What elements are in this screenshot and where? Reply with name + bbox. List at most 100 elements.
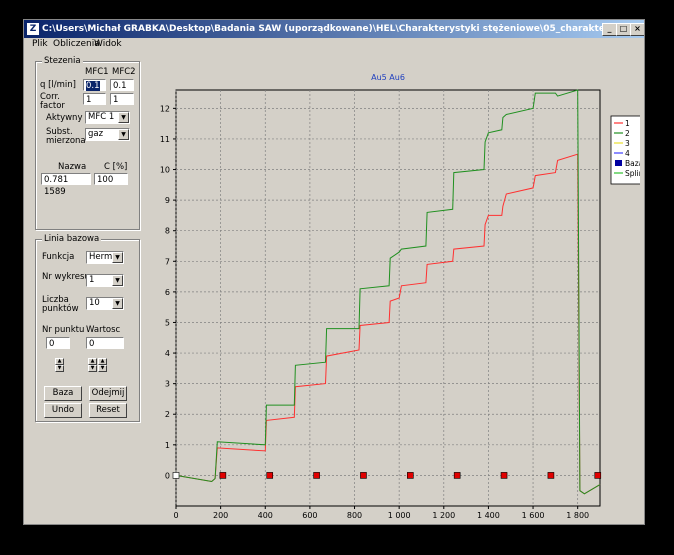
funkcja-select[interactable]: Hermita ▼	[86, 251, 124, 264]
chevron-down-icon[interactable]: ▼	[112, 298, 123, 309]
y-tick-label: 11	[160, 135, 170, 144]
x-tick-label: 800	[347, 511, 362, 520]
corr-mfc1-input[interactable]: 1	[83, 93, 106, 105]
reset-button[interactable]: Reset	[89, 403, 127, 418]
wartosc-label: Wartosc	[86, 325, 121, 335]
app-icon: Z	[27, 23, 39, 35]
legend-entry: Baza	[625, 159, 640, 168]
legend-entry: 4	[625, 149, 630, 158]
baza-point	[453, 472, 461, 479]
c-label: C [%]	[104, 162, 128, 172]
y-tick-label: 2	[165, 410, 170, 419]
x-tick-label: 1 000	[388, 511, 411, 520]
chevron-down-icon[interactable]: ▼	[118, 129, 129, 140]
linia-bazowa-group: Linia bazowa Funkcja Hermita ▼ Nr wykresu…	[35, 234, 140, 422]
nr-wykresu-select[interactable]: 1 ▼	[86, 274, 124, 287]
subst-value: gaz	[88, 129, 104, 139]
legend-entry: 1	[625, 119, 630, 128]
aktywny-select[interactable]: MFC 1 ▼	[85, 111, 130, 124]
mfc2-header: MFC2	[112, 67, 136, 77]
q-label: q [l/min]	[40, 80, 76, 90]
undo-button[interactable]: Undo	[44, 403, 82, 418]
title-bar[interactable]: Z C:\Users\Michał GRABKA\Desktop\Badania…	[24, 20, 644, 38]
linia-bazowa-group-label: Linia bazowa	[42, 234, 102, 244]
stezenia-group: Stezenia MFC1 MFC2 q [l/min] 0.1 0.1 Cor…	[35, 56, 140, 230]
chart-pane: Au5 Au6 0 200 400 600 800 1 000 1 200 1 400 1 600…	[143, 56, 649, 521]
x-tick-label: 1 600	[522, 511, 545, 520]
wartosc-input[interactable]: 0	[86, 337, 124, 349]
c-input[interactable]: 100	[94, 173, 128, 185]
baza-button[interactable]: Baza	[44, 386, 82, 401]
y-tick-label: 4	[165, 349, 170, 358]
liczba-punktow-select[interactable]: 10 ▼	[86, 297, 124, 310]
liczba-punktow-label: Liczba punktów	[42, 295, 79, 314]
chevron-down-icon[interactable]: ▼	[118, 112, 129, 123]
y-tick-label: 3	[165, 380, 170, 389]
close-button[interactable]: ×	[630, 23, 644, 36]
legend-marker	[615, 160, 622, 166]
nazwa-input[interactable]: 0.781 1589	[41, 173, 91, 197]
x-tick-label: 600	[302, 511, 317, 520]
wartosc-up-fine-arrow-icon[interactable]: ▲	[98, 358, 107, 365]
baza-point	[360, 472, 367, 479]
y-tick-label: 8	[165, 227, 170, 236]
baza-point	[407, 472, 414, 479]
liczba-punktow-value: 10	[89, 298, 100, 308]
legend-entry: 3	[625, 139, 630, 148]
aktywny-value: MFC 1	[88, 112, 115, 122]
nr-wykresu-label: Nr wykresu	[42, 272, 90, 282]
maximize-button[interactable]: □	[616, 23, 631, 36]
odejmij-button[interactable]: Odejmij	[89, 386, 127, 401]
baza-point	[547, 472, 555, 479]
menu-plik[interactable]: Plik	[32, 39, 48, 49]
x-tick-label: 1 400	[477, 511, 500, 520]
app-window: Z C:\Users\Michał GRABKA\Desktop\Badania…	[23, 19, 649, 525]
aktywny-label: Aktywny	[46, 113, 83, 123]
chevron-down-icon[interactable]: ▼	[112, 252, 123, 263]
minimize-button[interactable]: _	[602, 23, 617, 36]
baza-point	[594, 472, 602, 479]
menu-bar: Plik Obliczenia Widok	[24, 38, 644, 52]
mfc1-header: MFC1	[85, 67, 109, 77]
baza-point	[313, 472, 320, 479]
y-tick-label: 0	[165, 471, 170, 480]
funkcja-label: Funkcja	[42, 252, 75, 262]
nr-punktu-input[interactable]: 0	[46, 337, 70, 349]
window-title: C:\Users\Michał GRABKA\Desktop\Badania S…	[42, 24, 602, 34]
legend-entry: 2	[625, 129, 630, 138]
baza-point	[219, 472, 227, 479]
chart-title: Au5 Au6	[371, 73, 405, 82]
y-tick-label: 5	[165, 318, 170, 327]
menu-obliczenia[interactable]: Obliczenia	[53, 39, 100, 49]
x-tick-label: 1 800	[566, 511, 589, 520]
chevron-down-icon[interactable]: ▼	[112, 275, 123, 286]
nazwa-label: Nazwa	[58, 162, 87, 172]
baza-point	[266, 472, 274, 479]
y-tick-label: 7	[165, 257, 170, 266]
baza-point	[500, 472, 508, 479]
subst-select[interactable]: gaz ▼	[85, 128, 130, 141]
nr-wykresu-value: 1	[89, 275, 95, 285]
wartosc-down-arrow-icon[interactable]: ▼	[88, 365, 97, 372]
wartosc-down-fine-arrow-icon[interactable]: ▼	[98, 365, 107, 372]
nr-punktu-up-arrow-icon[interactable]: ▲	[55, 358, 64, 365]
y-tick-label: 9	[165, 196, 170, 205]
wartosc-up-arrow-icon[interactable]: ▲	[88, 358, 97, 365]
corr-mfc2-input[interactable]: 1	[110, 93, 134, 105]
chart-svg[interactable]: Au5 Au6 0 200 400 600 800 1 000 1 200 1 400 1 600…	[143, 56, 649, 521]
nr-punktu-down-arrow-icon[interactable]: ▼	[55, 365, 64, 372]
x-tick-label: 0	[173, 511, 178, 520]
q-mfc1-value: 0.1	[86, 81, 100, 91]
x-tick-label: 200	[213, 511, 228, 520]
menu-widok[interactable]: Widok	[94, 39, 122, 49]
y-tick-label: 6	[165, 288, 170, 297]
baza-point	[172, 472, 180, 479]
y-tick-label: 12	[160, 104, 170, 113]
stezenia-group-label: Stezenia	[42, 56, 83, 66]
legend-entry: Spline	[625, 169, 640, 178]
q-mfc1-input[interactable]: 0.1	[83, 79, 106, 91]
x-tick-label: 400	[258, 511, 273, 520]
x-tick-label: 1 200	[432, 511, 455, 520]
q-mfc2-input[interactable]: 0.1	[110, 79, 134, 91]
corr-factor-label: Corr. factor	[40, 92, 65, 111]
